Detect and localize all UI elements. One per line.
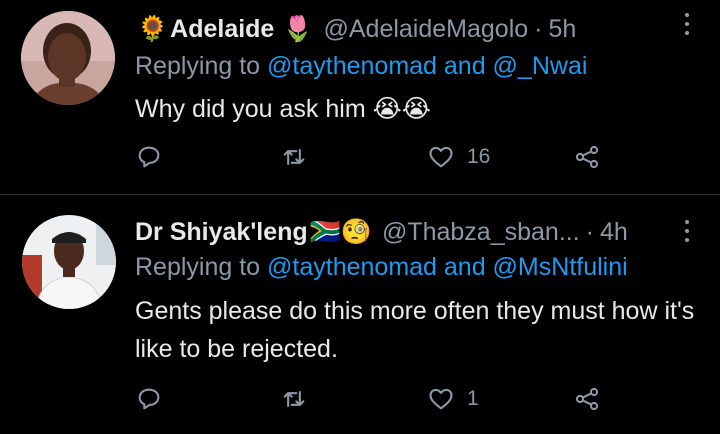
tweet-text: Gents please do this more often they mus… xyxy=(135,297,695,363)
heart-icon xyxy=(429,388,453,410)
retweet-button[interactable] xyxy=(280,143,308,171)
like-button[interactable]: 16 xyxy=(427,143,490,171)
display-name[interactable]: Dr Shiyak'leng xyxy=(135,218,308,247)
tweet-header: 🌻 Adelaide 🌷 @AdelaideMagolo · 5h xyxy=(135,12,576,46)
sunflower-icon: 🌻 xyxy=(137,14,169,43)
separator: · xyxy=(534,14,543,43)
tweet-header: Dr Shiyak'leng 🇿🇦🧐 @Thabza_sban... · 4h xyxy=(135,215,628,249)
reply-icon xyxy=(138,146,160,168)
like-button[interactable]: 1 xyxy=(427,385,479,413)
user-handle[interactable]: @Thabza_sban... xyxy=(382,218,580,247)
share-button[interactable] xyxy=(573,143,601,171)
display-name[interactable]: Adelaide xyxy=(170,15,274,44)
heart-icon xyxy=(429,146,453,168)
retweet-icon xyxy=(283,148,305,166)
user-handle[interactable]: @AdelaideMagolo xyxy=(323,15,528,44)
tweet[interactable]: Dr Shiyak'leng 🇿🇦🧐 @Thabza_sban... · 4h … xyxy=(0,195,720,434)
tweet-actions: 1 xyxy=(135,385,615,415)
reply-button[interactable] xyxy=(135,143,163,171)
replying-to: Replying to @taythenomad and @_Nwai xyxy=(135,52,587,81)
replying-to: Replying to @taythenomad and @MsNtfulini xyxy=(135,253,628,282)
retweet-button[interactable] xyxy=(280,385,308,413)
share-icon xyxy=(575,145,599,169)
share-button[interactable] xyxy=(573,385,601,413)
mentions-link[interactable]: @taythenomad and @_Nwai xyxy=(267,52,587,80)
more-options-icon[interactable] xyxy=(684,220,690,242)
avatar[interactable] xyxy=(21,11,115,105)
tulip-icon: 🌷 xyxy=(282,14,314,43)
timestamp[interactable]: 5h xyxy=(549,15,577,44)
reply-button[interactable] xyxy=(135,385,163,413)
more-options-icon[interactable] xyxy=(684,13,690,35)
share-icon xyxy=(575,387,599,411)
avatar[interactable] xyxy=(22,215,116,309)
retweet-icon xyxy=(283,390,305,408)
replying-to-label: Replying to xyxy=(135,253,261,281)
replying-to-label: Replying to xyxy=(135,52,261,80)
tweet-actions: 16 xyxy=(135,143,615,173)
tweet[interactable]: 🌻 Adelaide 🌷 @AdelaideMagolo · 5h Replyi… xyxy=(0,0,720,194)
mentions-link[interactable]: @taythenomad and @MsNtfulini xyxy=(267,253,628,281)
like-count: 16 xyxy=(467,145,491,168)
flag-face-icon: 🇿🇦🧐 xyxy=(309,217,372,246)
tweet-text: Why did you ask him 😭😭 xyxy=(135,95,432,123)
timestamp[interactable]: 4h xyxy=(600,218,628,247)
reply-icon xyxy=(138,388,160,410)
like-count: 1 xyxy=(467,387,479,410)
separator: · xyxy=(585,217,594,246)
